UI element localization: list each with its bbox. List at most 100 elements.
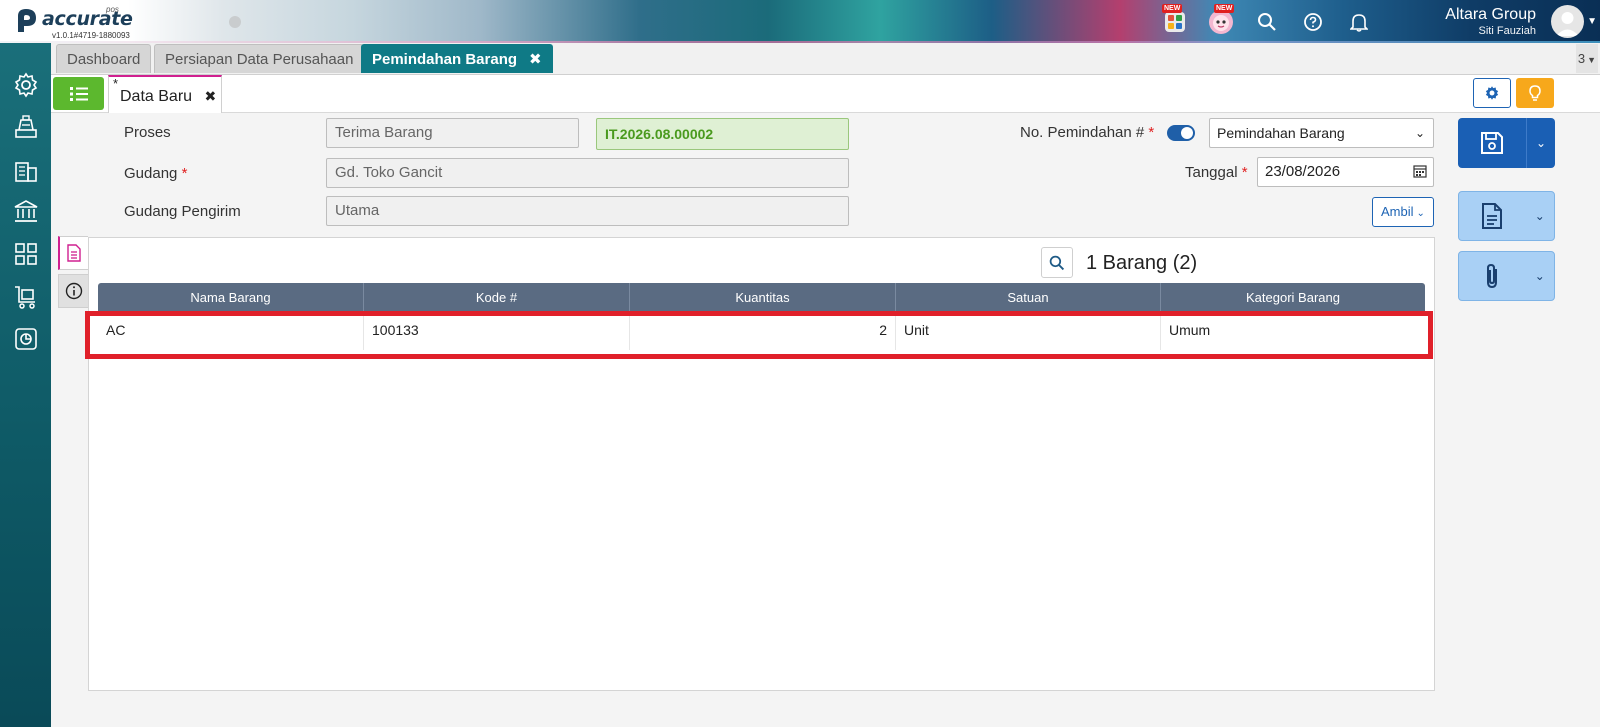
mascot-new-button[interactable]: NEW	[1204, 4, 1238, 38]
tips-button[interactable]	[1516, 78, 1554, 108]
column-kategori-barang[interactable]: Kategori Barang	[1161, 283, 1425, 313]
settings-button[interactable]	[1473, 78, 1511, 108]
tab-data-baru[interactable]: * Data Baru ✖	[108, 75, 222, 113]
ambil-label: Ambil	[1381, 204, 1414, 219]
company-info[interactable]: Altara Group Siti Fauziah	[1445, 6, 1536, 38]
accurate-logo-icon	[18, 9, 36, 32]
tab-info[interactable]	[58, 274, 88, 308]
list-icon	[69, 86, 88, 101]
document-icon	[1482, 203, 1503, 229]
gudang-field[interactable]: Gd. Toko Gancit	[326, 158, 849, 188]
column-satuan[interactable]: Satuan	[896, 283, 1161, 313]
required-mark: *	[181, 165, 188, 182]
proses-field[interactable]: Terima Barang	[326, 118, 579, 148]
no-pemindahan-label-text: No. Pemindahan #	[1020, 124, 1145, 141]
tab-bar: Dashboard Persiapan Data Perusahaan Pemi…	[51, 43, 1600, 74]
tab-persiapan-data[interactable]: Persiapan Data Perusahaan	[154, 44, 365, 73]
top-header: accurate pos v1.0.1#4719-1880093 NEW NEW…	[0, 0, 1600, 43]
cart-icon	[14, 285, 35, 309]
tab-data-baru-label: Data Baru	[120, 88, 193, 105]
app-version: v1.0.1#4719-1880093	[52, 31, 130, 40]
column-kuantitas[interactable]: Kuantitas	[630, 283, 896, 313]
search-button[interactable]	[1250, 6, 1284, 38]
tanggal-value: 23/08/2026	[1265, 163, 1341, 180]
save-dropdown-button[interactable]: ⌄	[1526, 118, 1555, 168]
list-view-button[interactable]	[53, 77, 104, 110]
sidebar-item-reports[interactable]	[12, 325, 39, 352]
notification-button[interactable]	[1342, 6, 1376, 38]
chevron-down-icon[interactable]: ▼	[1587, 16, 1597, 27]
sidebar	[0, 43, 51, 727]
attachment-dropdown-button[interactable]: ⌄	[1526, 252, 1554, 300]
tab-pemindahan-barang[interactable]: Pemindahan Barang ✖	[361, 44, 553, 73]
sidebar-item-inventory[interactable]	[12, 240, 39, 267]
sub-toolbar: * Data Baru ✖	[51, 75, 1600, 113]
column-nama-barang[interactable]: Nama Barang	[98, 283, 364, 313]
sidebar-item-bank[interactable]	[12, 197, 39, 224]
sidebar-item-company[interactable]	[12, 157, 39, 184]
tanggal-label: Tanggal *	[1185, 164, 1248, 181]
save-button[interactable]	[1458, 118, 1526, 168]
gudang-label-text: Gudang	[124, 165, 178, 182]
sidebar-item-settings[interactable]	[12, 71, 39, 98]
required-mark: *	[1241, 164, 1248, 181]
sidebar-item-sales[interactable]	[12, 113, 39, 140]
no-pemindahan-label: No. Pemindahan # *	[1020, 124, 1154, 141]
auto-number-toggle[interactable]	[1167, 125, 1195, 141]
help-icon	[1304, 13, 1322, 31]
tab-dashboard[interactable]: Dashboard	[56, 44, 152, 73]
apps-new-button[interactable]: NEW	[1158, 4, 1192, 38]
proses-label: Proses	[124, 124, 171, 141]
reference-number-field[interactable]: IT.2026.08.00002	[596, 118, 849, 150]
chevron-down-icon: ⌄	[1534, 269, 1545, 283]
company-name: Altara Group	[1445, 6, 1536, 23]
save-button-group: ⌄	[1458, 118, 1555, 168]
header-icons: NEW NEW	[1158, 4, 1388, 38]
gear-icon	[14, 72, 37, 97]
chevron-down-icon: ⌄	[1535, 136, 1547, 150]
info-icon	[65, 282, 82, 300]
app-logo[interactable]: accurate pos v1.0.1#4719-1880093	[14, 5, 133, 40]
unsaved-marker: *	[113, 76, 119, 91]
attachment-button[interactable]	[1459, 252, 1526, 300]
paperclip-icon	[1487, 263, 1498, 289]
tab-overflow-count[interactable]: 3 ▼	[1576, 44, 1598, 73]
report-chart-icon	[14, 327, 37, 350]
user-avatar-icon	[1556, 12, 1579, 36]
help-button[interactable]	[1296, 6, 1330, 38]
gudang-pengirim-label: Gudang Pengirim	[124, 203, 241, 220]
document-dropdown-button[interactable]: ⌄	[1526, 192, 1554, 240]
column-kode[interactable]: Kode #	[364, 283, 630, 313]
cashier-icon	[14, 114, 37, 138]
gudang-pengirim-field[interactable]: Utama	[326, 196, 849, 226]
user-name: Siti Fauziah	[1478, 25, 1536, 37]
table-search-button[interactable]	[1041, 247, 1073, 278]
tanggal-field[interactable]: 23/08/2026	[1257, 157, 1434, 187]
ambil-button[interactable]: Ambil ⌄	[1372, 197, 1434, 227]
avatar[interactable]	[1551, 5, 1584, 38]
table-header: Nama Barang Kode # Kuantitas Satuan Kate…	[98, 283, 1425, 313]
print-button-group: ⌄	[1458, 191, 1555, 241]
calendar-icon[interactable]	[1413, 164, 1427, 178]
close-icon[interactable]: ✖	[529, 51, 542, 68]
logo-pos: pos	[106, 5, 119, 14]
tanggal-label-text: Tanggal	[1185, 164, 1238, 181]
tab-detail-items[interactable]	[58, 236, 88, 270]
chevron-down-icon: ⌄	[1534, 209, 1545, 223]
number-type-select[interactable]: Pemindahan Barang ⌄	[1209, 118, 1434, 148]
sidebar-item-purchase[interactable]	[12, 283, 39, 310]
search-icon	[1049, 255, 1065, 270]
bell-icon	[1350, 14, 1368, 32]
document-lines-icon	[67, 244, 81, 262]
new-badge: NEW	[1162, 4, 1183, 13]
save-icon	[1481, 132, 1503, 154]
search-icon	[1258, 13, 1276, 31]
header-dot	[229, 16, 241, 28]
document-button[interactable]	[1459, 192, 1526, 240]
attachment-button-group: ⌄	[1458, 251, 1555, 301]
bank-icon	[14, 199, 37, 222]
boxes-icon	[14, 242, 37, 265]
highlight-box	[85, 311, 1433, 359]
close-icon[interactable]: ✖	[205, 88, 217, 104]
tab-dashboard-label: Dashboard	[67, 51, 141, 68]
